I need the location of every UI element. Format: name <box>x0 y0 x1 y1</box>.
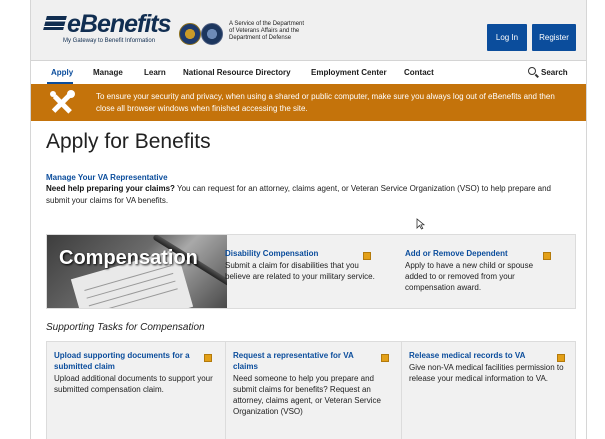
card-description: Submit a claim for disabilities that you… <box>225 261 375 281</box>
main-nav: Apply Manage Learn National Resource Dir… <box>31 61 586 84</box>
card-description: Give non-VA medical facilities permissio… <box>409 363 564 383</box>
logo-tagline: My Gateway to Benefit Information <box>63 38 156 44</box>
help-text: Need help preparing your claims? You can… <box>46 183 576 207</box>
nav-search[interactable]: Search <box>541 61 568 84</box>
release-medical-records-card[interactable]: Release medical records to VA Give non-V… <box>409 350 569 384</box>
dod-seal-icon <box>201 23 223 45</box>
external-link-icon <box>543 252 551 260</box>
mouse-cursor-icon <box>416 218 426 230</box>
external-link-icon <box>557 354 565 362</box>
nav-contact[interactable]: Contact <box>404 61 434 84</box>
nav-learn[interactable]: Learn <box>144 61 166 84</box>
page-frame: eBenefits My Gateway to Benefit Informat… <box>30 0 587 439</box>
compensation-image: Compensation <box>47 235 227 308</box>
banner-text: To ensure your security and privacy, whe… <box>96 92 555 113</box>
upload-documents-card[interactable]: Upload supporting documents for a submit… <box>54 350 216 395</box>
nav-employment-center[interactable]: Employment Center <box>311 61 387 84</box>
card-title[interactable]: Request a representative for VA claims <box>233 350 393 372</box>
add-remove-dependent-card[interactable]: Add or Remove Dependent Apply to have a … <box>405 248 555 293</box>
request-representative-card[interactable]: Request a representative for VA claims N… <box>233 350 393 417</box>
service-line-3: Department of Defense <box>229 35 292 41</box>
card-title[interactable]: Add or Remove Dependent <box>405 248 555 259</box>
manage-representative-link[interactable]: Manage Your VA Representative <box>46 173 168 182</box>
site-header: eBenefits My Gateway to Benefit Informat… <box>31 0 586 61</box>
help-bold-text: Need help preparing your claims? <box>46 184 175 193</box>
external-link-icon <box>204 354 212 362</box>
service-line-2: of Veterans Affairs and the <box>229 28 300 34</box>
service-line-1: A Service of the Department <box>229 21 305 27</box>
login-button[interactable]: Log In <box>487 24 527 51</box>
nav-national-resource-directory[interactable]: National Resource Directory <box>183 61 291 84</box>
card-description: Apply to have a new child or spouse adde… <box>405 261 534 292</box>
external-link-icon <box>381 354 389 362</box>
card-divider <box>225 341 226 439</box>
ebenefits-logo[interactable]: eBenefits <box>43 10 172 39</box>
service-statement: A Service of the Department of Veterans … <box>229 21 339 42</box>
card-title[interactable]: Disability Compensation <box>225 248 375 259</box>
card-title[interactable]: Release medical records to VA <box>409 350 569 361</box>
logo-text: eBenefits <box>67 10 172 38</box>
external-link-icon <box>363 252 371 260</box>
va-seal-icon <box>179 23 201 45</box>
compensation-image-label: Compensation <box>59 247 198 269</box>
page-title: Apply for Benefits <box>46 130 211 153</box>
logo-swoosh-icon <box>43 16 67 30</box>
search-icon[interactable] <box>528 67 536 75</box>
register-button[interactable]: Register <box>532 24 576 51</box>
security-banner: To ensure your security and privacy, whe… <box>31 84 586 121</box>
card-divider <box>401 341 402 439</box>
card-description: Need someone to help you prepare and sub… <box>233 374 381 416</box>
supporting-tasks-heading: Supporting Tasks for Compensation <box>46 322 205 333</box>
nav-apply[interactable]: Apply <box>51 61 73 84</box>
tools-icon <box>50 90 75 114</box>
nav-manage[interactable]: Manage <box>93 61 123 84</box>
card-title[interactable]: Upload supporting documents for a submit… <box>54 350 216 372</box>
card-description: Upload additional documents to support y… <box>54 374 213 394</box>
disability-compensation-card[interactable]: Disability Compensation Submit a claim f… <box>225 248 375 282</box>
